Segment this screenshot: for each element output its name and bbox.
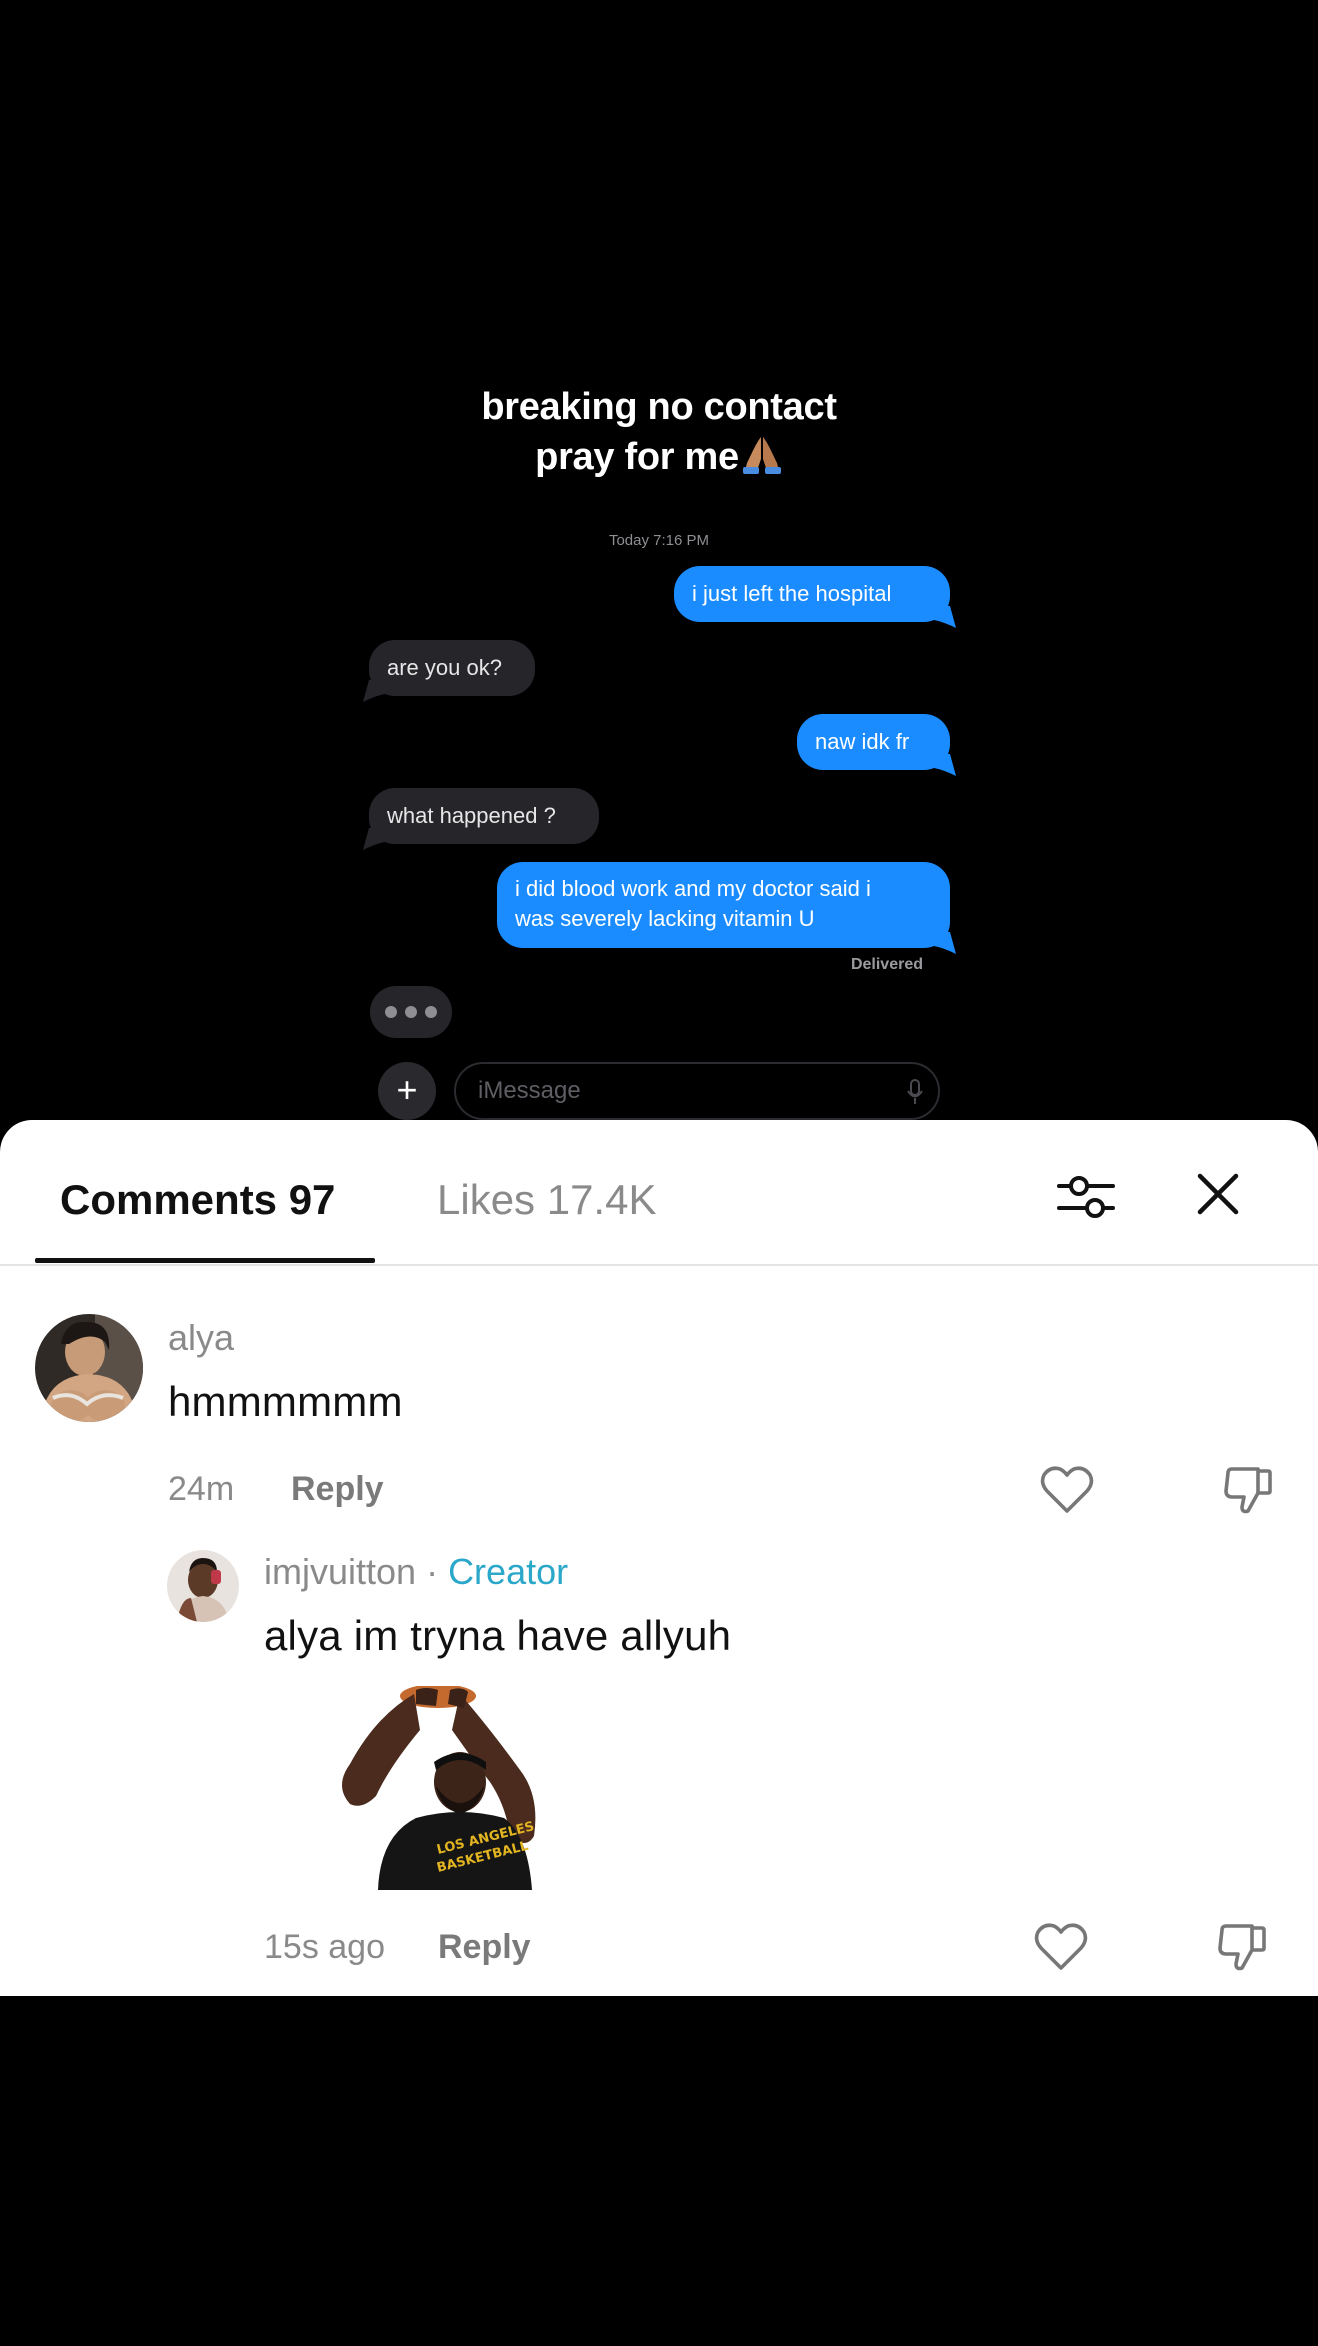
comments-sheet: Comments 97 Likes 17.4K alya hmmmmmm 24m… xyxy=(0,1120,1318,1996)
comment-username[interactable]: alya xyxy=(168,1316,234,1360)
video-caption-text: pray for me xyxy=(535,436,739,478)
chat-timestamp: Today 7:16 PM xyxy=(608,532,710,549)
video-player[interactable]: breaking no contact pray for me Today 7:… xyxy=(0,0,1318,1120)
reply-button[interactable]: Reply xyxy=(291,1468,384,1510)
dislike-icon[interactable] xyxy=(1222,1465,1274,1522)
bubble-tail-icon xyxy=(934,606,956,628)
bubble-tail-icon xyxy=(934,932,956,954)
message-text: what happened ? xyxy=(387,803,556,828)
tab-likes[interactable]: Likes 17.4K xyxy=(437,1172,656,1228)
heart-icon[interactable] xyxy=(1034,1922,1088,1977)
reply-username-line: imjvuitton · Creator xyxy=(264,1550,568,1594)
imessage-input: iMessage xyxy=(454,1062,940,1120)
username-separator: · xyxy=(416,1551,449,1592)
message-text: are you ok? xyxy=(387,655,502,680)
typing-indicator xyxy=(370,986,452,1038)
bubble-tail-icon xyxy=(934,754,956,776)
folded-hands-icon xyxy=(741,433,783,488)
filter-sliders-icon[interactable] xyxy=(1057,1168,1115,1229)
message-bubble-outgoing: i just left the hospital xyxy=(674,566,956,628)
reply-button[interactable]: Reply xyxy=(438,1926,531,1968)
imessage-placeholder: iMessage xyxy=(478,1077,581,1104)
dislike-icon[interactable] xyxy=(1216,1922,1268,1979)
message-bubble-outgoing: i did blood work and my doctor said i wa… xyxy=(497,862,956,954)
reply-username[interactable]: imjvuitton xyxy=(264,1551,416,1592)
message-text-line-1: i did blood work and my doctor said i xyxy=(515,876,871,901)
reply-timestamp: 15s ago xyxy=(264,1928,385,1966)
heart-icon[interactable] xyxy=(1040,1465,1094,1520)
active-tab-indicator xyxy=(35,1258,375,1263)
add-attachment-button: + xyxy=(378,1062,436,1120)
creator-badge: Creator xyxy=(448,1551,569,1592)
message-text: naw idk fr xyxy=(815,729,910,754)
comment-text: hmmmmmm xyxy=(168,1378,403,1425)
reply-sticker-image: LOS ANGELES BASKETBALL xyxy=(320,1684,560,1890)
microphone-icon xyxy=(907,1079,923,1104)
comment-timestamp: 24m xyxy=(168,1470,235,1508)
message-text: i just left the hospital xyxy=(692,581,892,606)
bubble-tail-icon xyxy=(363,828,385,850)
message-text-line-2: was severely lacking vitamin U xyxy=(515,906,815,931)
reply-text: alya im tryna have allyuh xyxy=(264,1612,732,1659)
message-bubble-incoming: what happened ? xyxy=(363,788,599,850)
sheet-divider xyxy=(0,1264,1318,1266)
close-icon[interactable] xyxy=(1196,1172,1240,1221)
creator-avatar[interactable] xyxy=(167,1550,239,1622)
video-caption-line-2: pray for me xyxy=(0,432,1318,488)
tab-comments[interactable]: Comments 97 xyxy=(60,1172,335,1228)
bubble-tail-icon xyxy=(363,680,385,702)
message-bubble-incoming: are you ok? xyxy=(363,640,535,702)
delivered-status: Delivered xyxy=(850,956,923,973)
message-bubble-outgoing: naw idk fr xyxy=(797,714,956,776)
video-caption-line-1: breaking no contact xyxy=(481,386,837,428)
avatar[interactable] xyxy=(35,1314,143,1422)
